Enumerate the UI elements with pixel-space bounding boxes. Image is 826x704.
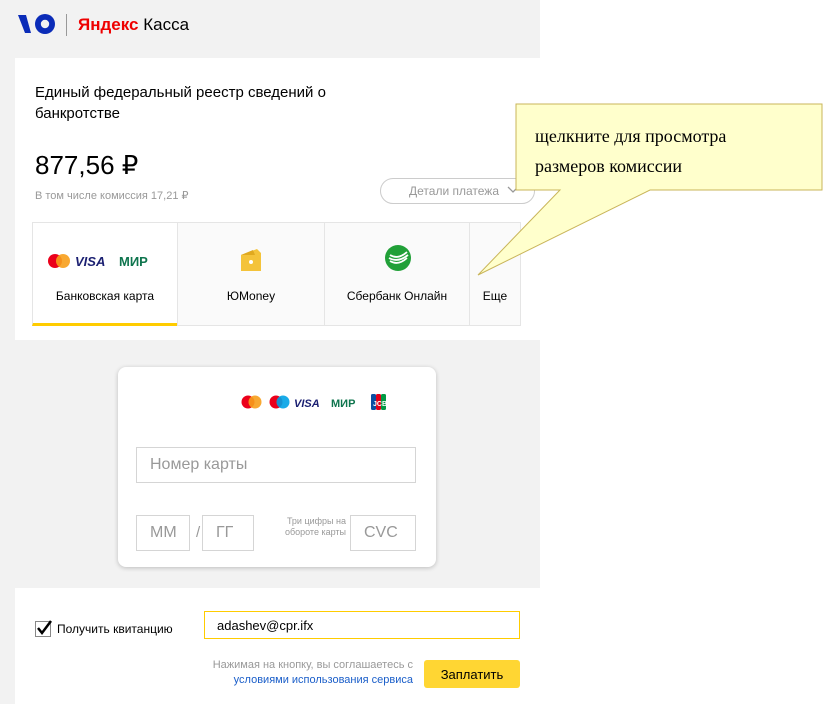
payment-title: Единый федеральный реестр сведений о бан… — [35, 84, 326, 122]
callout-text: щелкните для просмотра размеров комиссии — [535, 126, 727, 176]
svg-text:VISA: VISA — [75, 254, 105, 269]
terms-link[interactable]: условиями использования сервиса — [135, 673, 413, 688]
method-label: Банковская карта — [55, 289, 155, 303]
details-label: Детали платежа — [409, 184, 499, 198]
method-label: ЮMoney — [226, 289, 276, 303]
svg-text:МИР: МИР — [331, 398, 355, 410]
pay-button[interactable]: Заплатить — [424, 660, 520, 688]
brand-name: Яндекс Касса — [78, 15, 190, 34]
method-label: Еще — [482, 289, 508, 303]
card-form: VISA МИР JCB Номер карты ММ / ГГ Три циф… — [118, 367, 436, 567]
expiry-separator: / — [196, 524, 201, 541]
yoomoney-wallet-icon — [241, 249, 261, 271]
method-sberbank[interactable]: Сбербанк Онлайн — [324, 222, 470, 326]
terms-text: Нажимая на кнопку, вы соглашаетесь с усл… — [135, 658, 413, 688]
header: Яндекс Касса — [0, 0, 540, 58]
payment-amount: 877,56 ₽ — [35, 150, 139, 180]
expiry-year-input[interactable]: ГГ — [202, 515, 254, 551]
payment-methods: VISA МИР Банковская карта ЮMoney Сбербан… — [32, 222, 523, 326]
commission-note: В том числе комиссия 17,21 ₽ — [35, 190, 189, 202]
method-label: Сбербанк Онлайн — [346, 289, 448, 303]
email-field[interactable]: adashev@cpr.ifx — [204, 611, 520, 639]
svg-text:JCB: JCB — [373, 401, 387, 408]
svg-text:МИР: МИР — [119, 254, 148, 269]
method-bank-card[interactable]: VISA МИР Банковская карта — [32, 222, 178, 326]
sberbank-icon — [385, 245, 411, 271]
svg-text:VISA: VISA — [294, 398, 320, 410]
logo-separator — [66, 14, 67, 36]
payment-card: Единый федеральный реестр сведений о бан… — [15, 58, 540, 704]
yoo-logo-icon — [18, 14, 55, 34]
receipt-checkbox[interactable] — [35, 620, 52, 637]
expiry-month-input[interactable]: ММ — [136, 515, 190, 551]
payment-details-button[interactable]: Детали платежа — [380, 178, 535, 204]
cvc-hint: Три цифры на обороте карты — [284, 516, 346, 537]
receipt-label: Получить квитанцию — [57, 622, 173, 636]
card-number-input[interactable]: Номер карты — [136, 447, 416, 483]
checkmark-icon — [37, 620, 52, 636]
cvc-input[interactable]: CVC — [350, 515, 416, 551]
payment-panel: Яндекс Касса Единый федеральный реестр с… — [0, 0, 540, 704]
card-brands-icon: VISA МИР JCB — [241, 394, 387, 410]
card-form-area: VISA МИР JCB Номер карты ММ / ГГ Три циф… — [15, 340, 540, 588]
method-yoomoney[interactable]: ЮMoney — [177, 222, 325, 326]
method-more[interactable]: Еще — [469, 222, 521, 326]
chevron-down-icon — [507, 185, 519, 197]
card-brands-icon: VISA МИР — [48, 254, 148, 269]
logo — [17, 13, 65, 35]
